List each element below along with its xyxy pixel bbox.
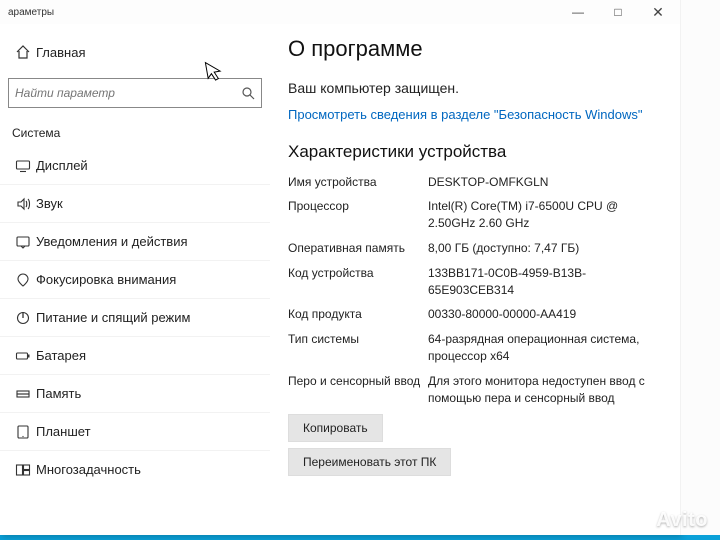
security-link[interactable]: Просмотреть сведения в разделе "Безопасн… <box>288 106 662 124</box>
tablet-icon <box>10 424 36 440</box>
sidebar-item-label: Уведомления и действия <box>36 234 188 249</box>
spec-row: Код устройства133BB171-0C0B-4959-B13B-65… <box>288 265 662 299</box>
sidebar-nav: Дисплей Звук Уведомления и действия Фоку… <box>0 146 270 535</box>
sidebar-section-label: Система <box>0 118 270 146</box>
battery-icon <box>10 348 36 364</box>
page-title: О программе <box>288 36 662 62</box>
sidebar-item-sound[interactable]: Звук <box>0 184 270 222</box>
sidebar-item-label: Питание и спящий режим <box>36 310 190 325</box>
spec-key: Перо и сенсорный ввод <box>288 373 428 407</box>
search-icon <box>241 86 255 100</box>
sidebar-item-storage[interactable]: Память <box>0 374 270 412</box>
sidebar-item-label: Звук <box>36 196 63 211</box>
copy-button[interactable]: Копировать <box>288 414 383 442</box>
spec-row: Тип системы64-разрядная операционная сис… <box>288 331 662 365</box>
avito-watermark: Avito <box>628 509 708 532</box>
search-input[interactable] <box>15 86 241 100</box>
focus-icon <box>10 272 36 288</box>
background-window-edge <box>680 0 720 535</box>
display-icon <box>10 158 36 174</box>
spec-key: Имя устройства <box>288 174 428 191</box>
spec-key: Код устройства <box>288 265 428 299</box>
sidebar: Главная Система Дисплей Звук <box>0 24 270 535</box>
spec-key: Оперативная память <box>288 240 428 257</box>
minimize-button[interactable]: — <box>558 0 598 24</box>
spec-row: Код продукта00330-80000-00000-AA419 <box>288 306 662 323</box>
titlebar: араметры — □ ✕ <box>0 0 680 24</box>
home-icon <box>10 44 36 60</box>
spec-value: 64-разрядная операционная система, проце… <box>428 331 662 365</box>
notify-icon <box>10 234 36 250</box>
specs-heading: Характеристики устройства <box>288 142 662 162</box>
sidebar-item-focus[interactable]: Фокусировка внимания <box>0 260 270 298</box>
watermark-text: Avito <box>656 509 708 532</box>
spec-value: Для этого монитора недоступен ввод с пом… <box>428 373 662 407</box>
maximize-button[interactable]: □ <box>598 0 638 24</box>
sound-icon <box>10 196 36 212</box>
settings-window: араметры — □ ✕ Главная Система <box>0 0 680 535</box>
spec-value: Intel(R) Core(TM) i7-6500U CPU @ 2.50GHz… <box>428 198 662 232</box>
rename-pc-button[interactable]: Переименовать этот ПК <box>288 448 451 476</box>
sidebar-item-label: Фокусировка внимания <box>36 272 176 287</box>
specs-list: Имя устройстваDESKTOP-OMFKGLN ПроцессорI… <box>288 174 662 407</box>
window-title: араметры <box>8 7 54 18</box>
storage-icon <box>10 386 36 402</box>
power-icon <box>10 310 36 326</box>
spec-value: 00330-80000-00000-AA419 <box>428 306 662 323</box>
sidebar-item-label: Дисплей <box>36 158 88 173</box>
bag-icon <box>628 510 650 532</box>
spec-value: 8,00 ГБ (доступно: 7,47 ГБ) <box>428 240 662 257</box>
sidebar-home[interactable]: Главная <box>0 32 270 72</box>
sidebar-item-label: Многозадачность <box>36 462 141 477</box>
multitask-icon <box>10 462 36 478</box>
spec-key: Тип системы <box>288 331 428 365</box>
sidebar-item-display[interactable]: Дисплей <box>0 146 270 184</box>
sidebar-item-label: Батарея <box>36 348 86 363</box>
protection-status: Ваш компьютер защищен. <box>288 80 662 96</box>
sidebar-item-multitask[interactable]: Многозадачность <box>0 450 270 488</box>
sidebar-item-label: Планшет <box>36 424 91 439</box>
sidebar-item-tablet[interactable]: Планшет <box>0 412 270 450</box>
close-button[interactable]: ✕ <box>638 0 678 24</box>
sidebar-item-notifications[interactable]: Уведомления и действия <box>0 222 270 260</box>
sidebar-item-power[interactable]: Питание и спящий режим <box>0 298 270 336</box>
spec-value: DESKTOP-OMFKGLN <box>428 174 662 191</box>
spec-row: Оперативная память8,00 ГБ (доступно: 7,4… <box>288 240 662 257</box>
spec-row: Имя устройстваDESKTOP-OMFKGLN <box>288 174 662 191</box>
content-area: О программе Ваш компьютер защищен. Просм… <box>270 24 680 535</box>
sidebar-home-label: Главная <box>36 45 85 60</box>
spec-key: Код продукта <box>288 306 428 323</box>
spec-key: Процессор <box>288 198 428 232</box>
sidebar-item-battery[interactable]: Батарея <box>0 336 270 374</box>
spec-row: ПроцессорIntel(R) Core(TM) i7-6500U CPU … <box>288 198 662 232</box>
search-box[interactable] <box>8 78 262 108</box>
sidebar-item-label: Память <box>36 386 81 401</box>
spec-value: 133BB171-0C0B-4959-B13B-65E903CEB314 <box>428 265 662 299</box>
spec-row: Перо и сенсорный вводДля этого монитора … <box>288 373 662 407</box>
